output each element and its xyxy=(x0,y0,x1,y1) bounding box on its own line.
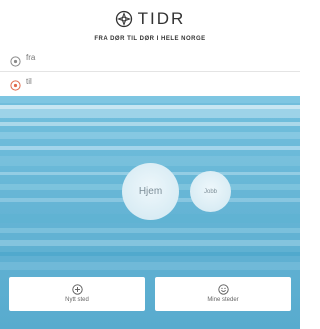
new-place-button[interactable]: Nytt sted xyxy=(9,277,145,311)
smile-icon xyxy=(217,284,229,295)
brand-name: TIDR xyxy=(137,9,186,28)
to-pin-icon xyxy=(10,80,21,91)
map-stripe xyxy=(0,96,300,103)
from-pin-icon xyxy=(10,55,21,67)
brand-logo: TIDR xyxy=(115,9,186,29)
map-stripe xyxy=(0,252,300,256)
place-work-button[interactable]: Jobb xyxy=(190,171,231,212)
map-stripe xyxy=(0,228,300,233)
my-places-button[interactable]: Mine steder xyxy=(155,277,291,311)
place-home-label: Hjem xyxy=(138,186,163,197)
compass-logo-icon xyxy=(115,10,132,28)
place-work-label: Jobb xyxy=(203,188,217,195)
from-input[interactable] xyxy=(26,49,286,65)
header: TIDR FRA DØR TIL DØR I HELE NORGE xyxy=(0,0,300,46)
map-stripe xyxy=(0,262,300,270)
from-field[interactable] xyxy=(0,49,300,72)
map-stripe xyxy=(0,146,300,150)
my-places-label: Mine steder xyxy=(207,297,239,303)
map-stripe xyxy=(0,122,300,126)
place-home-button[interactable]: Hjem xyxy=(122,163,179,220)
app-screen: TIDR FRA DØR TIL DØR I HELE NORGE fra ti… xyxy=(0,0,300,329)
map-stripe xyxy=(0,132,300,139)
map-stripe xyxy=(0,109,300,118)
to-field[interactable] xyxy=(0,73,300,96)
plus-circle-icon xyxy=(71,284,83,295)
map-stripe xyxy=(0,240,300,246)
to-input[interactable] xyxy=(26,73,286,90)
new-place-label: Nytt sted xyxy=(65,297,89,303)
tagline: FRA DØR TIL DØR I HELE NORGE xyxy=(94,36,206,42)
